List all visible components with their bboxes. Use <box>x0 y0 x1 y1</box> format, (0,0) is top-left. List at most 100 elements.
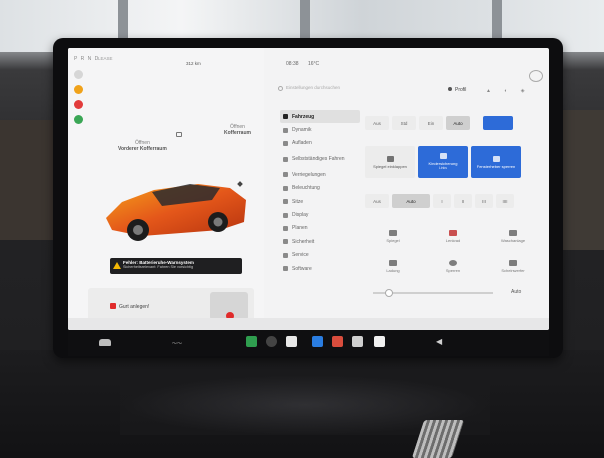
profile-label: Profil <box>455 87 467 93</box>
feature-charge[interactable]: Ladung <box>365 254 421 278</box>
search-placeholder: Einstellungen durchsuchen <box>286 85 341 90</box>
window-lock-tile[interactable]: Fensterheber sperren <box>471 146 521 178</box>
wiper-option-5[interactable]: IIII <box>496 194 514 208</box>
frunk-button[interactable]: Öffnen Vorderer Kofferraum <box>118 140 167 152</box>
wiper-option-3[interactable]: II <box>454 194 472 208</box>
lights-selector: Aus Std Ein Auto <box>365 116 513 130</box>
menu-item-4[interactable]: Verriegelungen <box>280 168 360 181</box>
warning-banner[interactable]: Fehler: Batterieruhe-Warnsystem Sicherhe… <box>110 258 242 274</box>
toggle-tiles: Spiegel einklappen Kindersicherung Links … <box>365 146 521 178</box>
car-icon[interactable] <box>99 339 111 346</box>
app-icon[interactable] <box>286 336 297 347</box>
steering-wheel-icon <box>449 229 457 236</box>
slider-handle[interactable] <box>385 289 393 297</box>
wiper-option-2[interactable]: I <box>433 194 451 208</box>
seatbelt-icon <box>74 100 83 109</box>
dashboard-left <box>0 120 60 240</box>
profile-icon <box>448 87 452 91</box>
menu-item-6[interactable]: Sitze <box>280 195 360 208</box>
touchscreen: P R N D LEASE 312 km Öffnen Vorderer Kof… <box>68 48 549 330</box>
car-view-pane: P R N D LEASE 312 km Öffnen Vorderer Kof… <box>68 48 264 330</box>
bluetooth-icon[interactable] <box>312 336 323 347</box>
fold-mirrors-tile[interactable]: Spiegel einklappen <box>365 146 415 178</box>
vehicle-controls: Aus Std Ein Auto Spiegel einklappen Kind… <box>365 108 543 326</box>
child-lock-tile[interactable]: Kindersicherung Links <box>418 146 468 178</box>
lock-icon <box>449 259 457 266</box>
feature-headlights[interactable]: Scheinwerfer <box>485 254 541 278</box>
car-render <box>106 184 246 241</box>
lights-option-1[interactable]: Std <box>392 116 416 130</box>
feature-lock[interactable]: Sperren <box>425 254 481 278</box>
wiper-option-0[interactable]: Aus <box>365 194 389 208</box>
toybox-icon[interactable] <box>352 336 363 347</box>
alert-icon <box>110 303 116 309</box>
lease-label: LEASE <box>98 56 113 61</box>
wiper-option-1[interactable]: Auto <box>392 194 430 208</box>
display-mode-icon[interactable] <box>483 116 513 130</box>
quick-icons[interactable]: ▲ ◐ ◈ <box>486 88 531 94</box>
car-wash-icon <box>509 229 517 236</box>
search-input[interactable]: Einstellungen durchsuchen <box>276 85 396 95</box>
light-icon <box>283 185 288 191</box>
calendar-icon[interactable] <box>374 336 385 347</box>
plan-icon <box>283 225 288 231</box>
phone-icon[interactable] <box>246 336 257 347</box>
feature-steering[interactable]: Lenkrad <box>425 224 481 248</box>
feature-row-2: Ladung Sperren Scheinwerfer <box>365 254 541 278</box>
dock-bar <box>68 318 549 330</box>
menu-item-0[interactable]: Fahrzeug <box>280 110 360 124</box>
child-lock-icon <box>439 153 447 159</box>
temperature-readout: 16°C <box>308 61 320 67</box>
slider-auto-label: Auto <box>511 289 522 295</box>
trunk-button[interactable]: Öffnen Kofferraum <box>224 124 251 136</box>
download-icon <box>283 266 288 272</box>
taskbar <box>68 330 549 356</box>
alert-text: Gurt anlegen! <box>119 304 150 310</box>
charge-port-icon <box>389 259 397 266</box>
range-readout: 312 km <box>186 61 201 66</box>
menu-item-2[interactable]: Aufladen <box>280 137 360 150</box>
display-icon <box>283 212 288 218</box>
dynamics-icon <box>283 127 288 133</box>
frunk-label: Vorderer Kofferraum <box>118 146 167 152</box>
warning-subtitle: Sicherheitsrelevant: Fahren Sie vorsicht… <box>123 265 194 269</box>
status-bar: 08:38 16°C <box>264 48 549 72</box>
feature-carwash[interactable]: Waschanlage <box>485 224 541 248</box>
menu-item-8[interactable]: Planen <box>280 222 360 235</box>
time-readout: 08:38 <box>286 61 299 67</box>
headlight-icon <box>509 259 517 266</box>
apps-icon[interactable] <box>332 336 343 347</box>
tpms-icon <box>74 85 83 94</box>
shield-icon <box>283 239 288 245</box>
volume-icon[interactable]: ◀ <box>436 337 442 346</box>
lights-option-2[interactable]: Ein <box>419 116 443 130</box>
wiper-option-4[interactable]: III <box>475 194 493 208</box>
menu-item-5[interactable]: Beleuchtung <box>280 182 360 195</box>
climate-control[interactable]: 〜〜 <box>172 340 182 347</box>
steering-icon <box>283 156 288 162</box>
gear-indicator: P R N D <box>74 56 100 62</box>
feature-mirrors[interactable]: Spiegel <box>365 224 421 248</box>
menu-item-9[interactable]: Sicherheit <box>280 235 360 248</box>
lock-icon[interactable] <box>176 132 182 137</box>
brightness-slider[interactable]: Auto <box>373 288 523 298</box>
trunk-label: Kofferraum <box>224 130 251 136</box>
wiper-selector: Aus Auto I II III IIII <box>365 194 514 208</box>
lights-option-3[interactable]: Auto <box>446 116 470 130</box>
profile-button[interactable]: Profil <box>448 87 466 93</box>
window-lock-icon <box>492 155 500 162</box>
camera-icon[interactable] <box>266 336 277 347</box>
menu-item-3[interactable]: Selbstständiges Fahren <box>280 150 360 168</box>
airbag-indicator-icon <box>529 70 543 82</box>
lights-option-0[interactable]: Aus <box>365 116 389 130</box>
settings-menu: Fahrzeug Dynamik Aufladen Selbstständige… <box>280 110 360 275</box>
mirror-icon <box>389 229 397 236</box>
status-icons <box>74 70 83 124</box>
menu-item-11[interactable]: Software <box>280 262 360 275</box>
menu-item-1[interactable]: Dynamik <box>280 123 360 136</box>
lock-icon <box>283 172 288 178</box>
menu-item-7[interactable]: Display <box>280 208 360 221</box>
menu-item-10[interactable]: Service <box>280 249 360 262</box>
feature-row-1: Spiegel Lenkrad Waschanlage <box>365 224 541 248</box>
warning-icon <box>113 262 121 269</box>
